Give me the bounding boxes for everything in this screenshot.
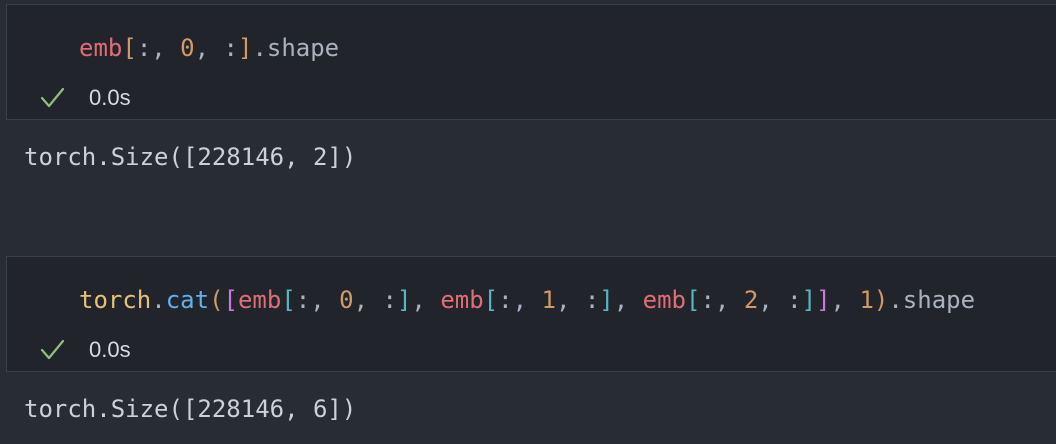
code-token: ] <box>816 286 831 314</box>
code-token: :, <box>700 286 744 314</box>
code-token: [ <box>223 286 238 314</box>
code-token: [ <box>281 286 296 314</box>
code-token: 2 <box>743 286 759 314</box>
code-token: ] <box>396 286 412 314</box>
code-token: .shape <box>252 34 340 62</box>
code-token: cat <box>165 286 210 314</box>
code-token: emb <box>440 286 484 314</box>
check-icon <box>40 339 65 360</box>
code-cell-2[interactable]: torch.cat([emb[:, 0, :], emb[:, 1, :], e… <box>6 256 1056 372</box>
code-token: ] <box>801 286 817 314</box>
code-token: [ <box>686 286 701 314</box>
code-token: 0 <box>180 34 195 62</box>
code-line[interactable]: emb[:, 0, :].shape <box>79 33 339 63</box>
code-token: 0 <box>339 286 354 314</box>
code-token: , <box>613 286 643 314</box>
code-token: ( <box>209 286 224 314</box>
code-token: , <box>830 286 860 314</box>
execution-status: 0.0s <box>39 85 131 111</box>
code-token: :, <box>136 34 181 62</box>
cell-output-1: torch.Size([228146, 2]) <box>24 143 357 171</box>
check-icon <box>40 87 65 108</box>
code-token: 1 <box>541 286 556 314</box>
execution-time: 0.0s <box>89 85 131 110</box>
code-token: [ <box>483 286 499 314</box>
notebook-page: emb[:, 0, :].shape 0.0s torch.Size([2281… <box>0 0 1056 444</box>
code-token: .shape <box>888 286 976 314</box>
code-line[interactable]: torch.cat([emb[:, 0, :], emb[:, 1, :], e… <box>79 285 975 315</box>
code-token: . <box>151 286 166 314</box>
code-token: emb <box>642 286 687 314</box>
code-token: ) <box>873 286 889 314</box>
code-token: ] <box>599 286 614 314</box>
code-token: emb <box>79 34 123 62</box>
code-token: , : <box>555 286 600 314</box>
code-token: , : <box>758 286 802 314</box>
code-token: [ <box>122 34 137 62</box>
code-token: emb <box>237 286 282 314</box>
code-cell-1[interactable]: emb[:, 0, :].shape 0.0s <box>6 4 1056 120</box>
code-token: ] <box>237 34 253 62</box>
cell-output-2: torch.Size([228146, 6]) <box>24 395 357 423</box>
code-token: , : <box>353 286 397 314</box>
code-token: , : <box>194 34 238 62</box>
code-token: torch <box>79 286 152 314</box>
execution-time: 0.0s <box>89 337 131 362</box>
code-token: , <box>411 286 441 314</box>
execution-status: 0.0s <box>39 337 131 363</box>
code-token: :, <box>295 286 340 314</box>
code-token: 1 <box>859 286 874 314</box>
code-token: :, <box>498 286 542 314</box>
